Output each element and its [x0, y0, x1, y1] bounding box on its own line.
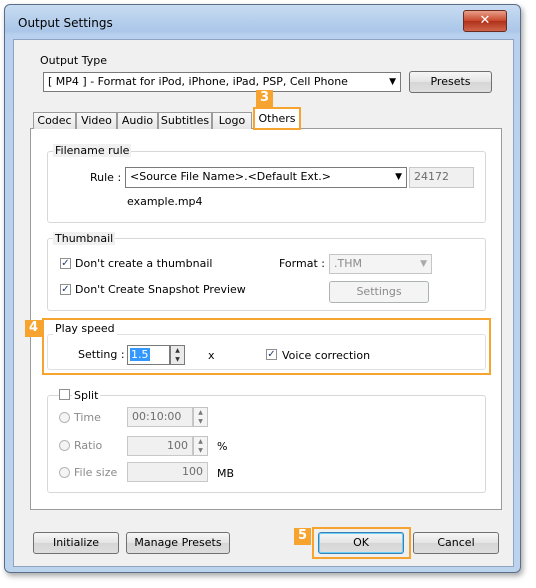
split-filesize-unit: MB	[217, 467, 235, 480]
play-speed-unit: x	[208, 349, 215, 362]
split-checkbox[interactable]	[59, 389, 70, 400]
play-speed-spinner[interactable]: ▲ ▼	[170, 345, 185, 365]
voice-correction-checkbox[interactable]: ✓	[266, 349, 277, 360]
split-ratio-unit: %	[217, 440, 228, 453]
window-title: Output Settings	[18, 16, 113, 30]
split-time-label: Time	[74, 411, 101, 424]
format-dropdown[interactable]: .THM ▼	[329, 254, 432, 274]
rule-value: <Source File Name>.<Default Ext.>	[130, 170, 331, 183]
split-ratio-label: Ratio	[74, 439, 103, 452]
format-label: Format :	[279, 257, 325, 270]
dropdown-arrow-icon: ▼	[395, 172, 402, 182]
tab-video[interactable]: Video	[76, 112, 117, 129]
thumbnail-settings-button[interactable]: Settings	[329, 281, 429, 303]
tab-others[interactable]: Others	[253, 107, 301, 130]
output-type-value: [ MP4 ] - Format for iPod, iPhone, iPad,…	[48, 75, 348, 88]
split-time-spinner[interactable]: ▲ ▼	[193, 407, 208, 427]
dont-create-snapshot-label: Don't Create Snapshot Preview	[75, 283, 246, 296]
rule-label: Rule :	[90, 171, 122, 184]
split-ratio-radio[interactable]	[59, 440, 70, 451]
cancel-button[interactable]: Cancel	[413, 532, 499, 554]
split-ratio-spinner[interactable]: ▲ ▼	[193, 436, 208, 456]
manage-presets-button[interactable]: Manage Presets	[126, 532, 230, 554]
setting-label: Setting :	[78, 348, 125, 361]
close-button[interactable]: ✕	[463, 10, 507, 32]
rule-code-field: 24172	[409, 167, 474, 188]
split-filesize-label: File size	[74, 466, 118, 479]
split-filesize-radio[interactable]	[59, 467, 70, 478]
filename-example: example.mp4	[127, 195, 203, 208]
output-type-label: Output Type	[40, 54, 107, 67]
output-type-dropdown[interactable]: [ MP4 ] - Format for iPod, iPhone, iPad,…	[43, 72, 401, 92]
filename-rule-label: Filename rule	[53, 144, 132, 157]
tab-codec[interactable]: Codec	[33, 112, 76, 129]
initialize-button[interactable]: Initialize	[33, 532, 119, 554]
play-speed-label: Play speed	[53, 322, 117, 335]
split-time-radio[interactable]	[59, 412, 70, 423]
play-speed-value: 1.5	[130, 348, 150, 361]
tab-audio[interactable]: Audio	[117, 112, 158, 129]
rule-dropdown[interactable]: <Source File Name>.<Default Ext.> ▼	[125, 167, 407, 188]
split-label: Split	[72, 389, 101, 402]
presets-button[interactable]: Presets	[409, 71, 492, 93]
tab-subtitles[interactable]: Subtitles	[158, 112, 212, 129]
thumbnail-label: Thumbnail	[53, 232, 116, 245]
play-speed-input[interactable]: 1.5	[127, 345, 170, 365]
dont-create-snapshot-checkbox[interactable]: ✓	[60, 284, 71, 295]
dont-create-thumbnail-checkbox[interactable]: ✓	[60, 258, 71, 269]
dropdown-arrow-icon: ▼	[420, 259, 427, 269]
callout-badge-5: 5	[294, 528, 311, 545]
dropdown-arrow-icon: ▼	[389, 77, 396, 87]
format-value: .THM	[334, 257, 362, 270]
callout-badge-4: 4	[25, 320, 42, 337]
split-filesize-input[interactable]: 100	[127, 462, 208, 482]
ok-button[interactable]: OK	[318, 532, 404, 554]
voice-correction-label: Voice correction	[282, 349, 371, 362]
split-time-input[interactable]: 00:10:00	[127, 407, 193, 427]
callout-badge-3: 3	[256, 90, 273, 107]
tab-logo[interactable]: Logo	[212, 112, 252, 129]
split-ratio-input[interactable]: 100	[127, 436, 193, 456]
dont-create-thumbnail-label: Don't create a thumbnail	[75, 257, 213, 270]
